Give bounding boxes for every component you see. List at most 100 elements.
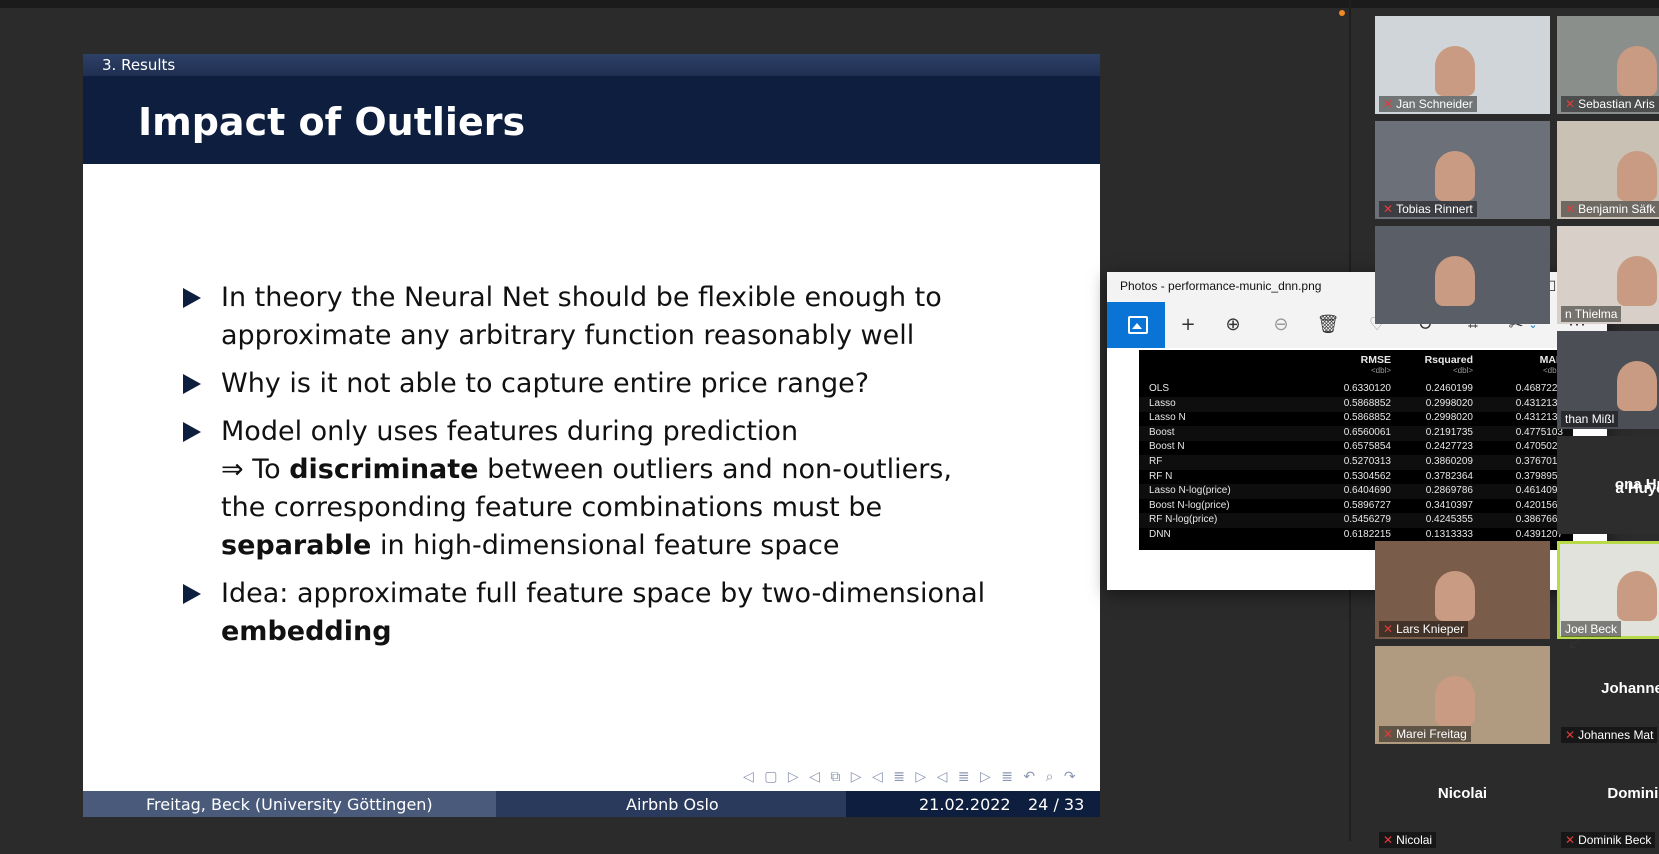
participant-tile[interactable]: ✕ Dominik Beck [1557,830,1659,854]
participant-name-text: than Mißl [1565,412,1615,426]
beamer-navigation-icons[interactable]: ◁ ▢ ▷ ◁ ⧉ ▷ ◁ ≣ ▷ ◁ ≣ ▷ ≣ ↶ ⌕ ↷ [743,769,1079,785]
footer-date: 21.02.2022 [919,795,1011,814]
table-cell-value: 0.6330120 [1343,383,1391,394]
delete-icon[interactable]: 🗑 [1314,311,1342,339]
participant-video [1435,256,1475,306]
participant-tile[interactable]: n Thielma [1557,226,1659,324]
participant-video [1435,676,1475,726]
participant-tile[interactable]: ✕ Jan Schneider [1375,16,1550,114]
table-row: Lasso 0.5868852 0.2998020 0.4312133 [1139,396,1573,412]
participant-video [1617,571,1657,621]
participant-name: ✕ Dominik Beck [1561,831,1656,848]
table-cell-model: Boost N [1149,441,1185,453]
column-header: MAE [1539,354,1563,366]
table-cell-value: 0.3867661 [1515,514,1563,526]
image-icon[interactable] [1107,302,1165,348]
participant-video [1435,151,1475,201]
participant-tile[interactable]: Joel Beck [1557,541,1659,639]
table-header: RMSE <dbl> Rsquared <dbl> MAE <dbl> [1139,354,1573,378]
table-cell-value: 0.2998020 [1425,397,1473,409]
table-cell-value: 0.6575854 [1343,441,1391,453]
participant-tile[interactable]: ✕ Benjamin Säfk [1557,121,1659,219]
bullet-text: In theory the Neural Net should be flexi… [221,282,942,351]
participant-name-text: Nicolai [1437,784,1488,802]
bullet-triangle-icon [183,584,201,604]
footer-authors: Freitag, Beck (University Göttingen) [146,795,433,814]
table-row: Boost 0.6560061 0.2191735 0.4775103 [1139,425,1573,441]
participant-name: ✕ Marei Freitag [1379,726,1471,742]
zoom-in-icon[interactable]: ⊕ [1219,311,1247,339]
table-cell-model: Lasso [1149,397,1176,409]
table-row: Lasso N-log(price) 0.6404690 0.2869786 0.46… [1139,484,1573,500]
bullet-triangle-icon [183,288,201,308]
participant-name-text: Lars Knieper [1396,622,1465,636]
column-header: Rsquared [1424,354,1473,366]
participant-name: ✕ Jan Schneider [1379,96,1477,112]
participant-name: ✕ Tobias Rinnert [1379,201,1477,217]
bullet-list: In theory the Neural Net should be flexi… [183,279,1003,661]
column-type: <dbl> [1370,366,1391,375]
column-type: <dbl> [1452,366,1473,375]
performance-table-image: RMSE <dbl> Rsquared <dbl> MAE <dbl> OLS 0… [1139,350,1573,550]
bullet-item: Idea: approximate full feature space by … [183,575,1003,651]
table-cell-value: 0.4312133 [1515,397,1563,409]
participant-tile[interactable]: ✕ Lars Knieper [1375,541,1550,639]
participant-tile[interactable]: Johannes M [1557,678,1659,702]
mic-muted-icon: ✕ [1383,727,1394,741]
table-cell-value: 0.5868852 [1343,412,1391,424]
table-cell-value: 0.4775103 [1515,426,1563,438]
participant-name-text: Nicolai [1396,832,1433,847]
mic-muted-icon: ✕ [1565,202,1576,216]
table-cell-value: 0.4391207 [1515,529,1563,540]
table-cell-model: Boost [1149,426,1175,438]
participant-tile[interactable]: Dominik B [1557,783,1659,807]
participant-name: than Mißl [1561,411,1619,427]
table-row: RF 0.5270313 0.3860209 0.3767017 [1139,455,1573,470]
participant-tile[interactable]: ✕ Marei Freitag [1375,646,1550,744]
table-row: RF N-log(price) 0.5456279 0.4245355 0.38676… [1139,513,1573,529]
participant-video [1617,361,1657,411]
participant-tile[interactable] [1375,226,1550,324]
bullet-text: ⇒ To [221,454,290,485]
table-cell-value: 0.4312133 [1515,412,1563,424]
participant-tile[interactable]: than Mißl [1557,331,1659,429]
footer-talk-title: Airbnb Oslo [626,795,719,814]
table-cell-model: Boost N-log(price) [1149,499,1230,511]
add-icon[interactable]: + [1174,311,1202,339]
participant-tile[interactable]: ✕ Tobias Rinnert [1375,121,1550,219]
table-cell-value: 0.3860209 [1425,456,1473,467]
participant-name: ✕ Sebastian Aris [1561,96,1659,112]
zoom-out-icon[interactable]: ⊖ [1267,311,1295,339]
table-cell-value: 0.4245355 [1425,514,1473,526]
participant-video [1617,151,1657,201]
table-cell-value: 0.3410397 [1425,499,1473,511]
participant-tile[interactable]: Nicolai [1375,783,1550,807]
participant-name: ✕ Nicolai [1379,831,1437,848]
table-row: OLS 0.6330120 0.2460199 0.4687229 [1139,382,1573,397]
participant-name: Johannes M [1557,680,1659,697]
table-cell-value: 0.2427723 [1425,441,1473,453]
participant-name: ✕ Lars Knieper [1379,621,1469,637]
participant-name: Nicolai [1375,785,1550,802]
mic-muted-icon: ✕ [1383,97,1394,111]
participant-name-text: Joel Beck [1565,622,1618,636]
participant-tile[interactable]: ✕ Sebastian Aris [1557,16,1659,114]
bullet-item: Model only uses features during predicti… [183,413,1003,565]
participant-name-text: Sebastian Aris [1578,97,1655,111]
participant-tile[interactable]: a Huyen [1557,478,1659,502]
table-cell-value: 0.4705026 [1515,441,1563,453]
participant-name-text: a Huyen [1615,480,1659,497]
table-cell-value: 0.4201564 [1515,499,1563,511]
slide-title: Impact of Outliers [138,100,526,144]
bold-text: embedding [221,616,392,647]
participant-tile[interactable]: ✕ Nicolai [1375,830,1550,854]
participant-name-text: Benjamin Säfk [1578,202,1656,216]
window-title: Photos - performance-munic_dnn.png [1120,279,1322,293]
table-cell-model: RF N-log(price) [1149,514,1218,526]
table-row: Boost N 0.6575854 0.2427723 0.4705026 [1139,440,1573,455]
participant-name: ✕ Benjamin Säfk [1561,201,1659,217]
participant-tile[interactable]: ✕ Johannes Mat [1557,725,1659,749]
table-cell-value: 0.1313333 [1425,529,1473,540]
presentation-slide: 3. Results Impact of Outliers In theory … [83,54,1100,817]
table-cell-value: 0.3782364 [1425,470,1473,482]
